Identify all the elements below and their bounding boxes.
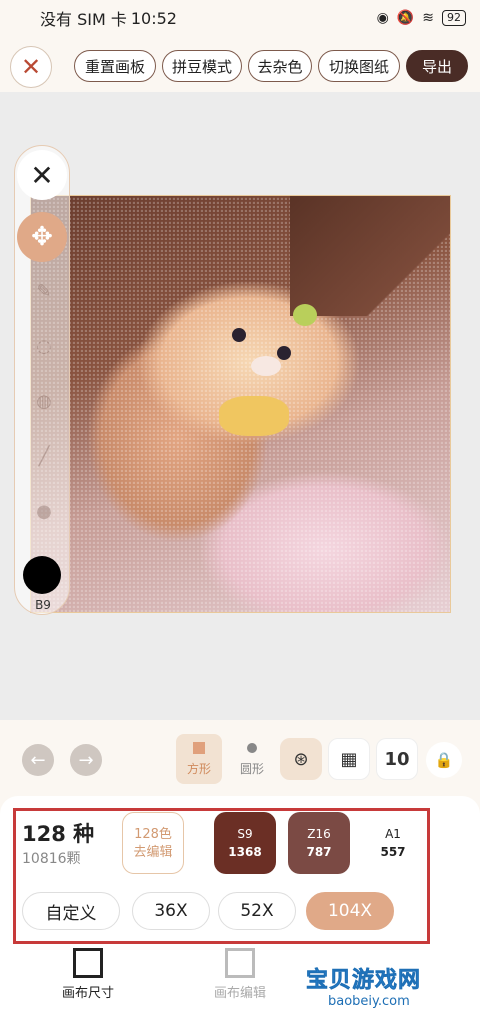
reset-board-button[interactable]: 重置画板 — [74, 50, 156, 82]
carrier-label: 没有 SIM 卡 — [40, 10, 127, 29]
color-code: S9 — [237, 827, 253, 841]
eye-icon: ◉ — [376, 10, 389, 26]
blur-tool-icon[interactable]: ● — [33, 501, 55, 523]
color-card-z16[interactable]: Z16 787 — [288, 812, 350, 874]
grid-toggle-button[interactable]: ▦ — [328, 738, 370, 780]
undo-button[interactable]: ← — [22, 744, 54, 776]
color-count: 128 种 — [22, 822, 95, 846]
grid-icon: ▦ — [340, 748, 358, 770]
watermark-logo: 宝贝游戏网 baobeiy.com — [306, 960, 466, 1020]
color-mix-icon: ⊛ — [293, 748, 309, 770]
switch-pattern-button[interactable]: 切换图纸 — [318, 50, 400, 82]
size-36x-button[interactable]: 36X — [132, 892, 210, 930]
shape-circle-option[interactable]: 圆形 — [232, 734, 272, 784]
image-muzzle — [251, 356, 281, 376]
pen-tool-icon[interactable]: ✎ — [33, 281, 55, 303]
color-code: Z16 — [307, 827, 331, 841]
close-button[interactable]: ✕ — [10, 46, 52, 88]
control-row: ← → 方形 圆形 ⊛ ▦ 10 🔒 — [0, 734, 480, 788]
crop-icon — [73, 948, 103, 978]
image-eye-right — [277, 346, 291, 360]
close-icon: ✕ — [20, 53, 42, 81]
shape-square-option[interactable]: 方形 — [176, 734, 222, 784]
color-card-s9[interactable]: S9 1368 — [214, 812, 276, 874]
square-shape-icon — [193, 742, 205, 754]
edit-canvas-icon — [225, 948, 255, 978]
image-shadow — [290, 196, 450, 316]
tool-close-button[interactable]: ✕ — [17, 150, 67, 200]
export-button[interactable]: 导出 — [406, 50, 468, 82]
picker-tool-icon[interactable]: ╱ — [33, 446, 55, 468]
watermark-title: 宝贝游戏网 — [306, 968, 422, 994]
shape-square-label: 方形 — [186, 762, 211, 776]
pixel-art-image[interactable] — [30, 195, 451, 613]
size-custom-button[interactable]: 自定义 — [22, 892, 120, 930]
redo-button[interactable]: → — [70, 744, 102, 776]
nav-canvas-edit[interactable]: 画布编辑 — [190, 948, 290, 1001]
size-104x-button[interactable]: 104X — [306, 892, 394, 930]
arrow-left-icon: ← — [30, 749, 46, 771]
nav-canvas-size-label: 画布尺寸 — [61, 986, 114, 1001]
edit-palette-button[interactable]: 128色 去编辑 — [122, 812, 184, 874]
lock-button[interactable]: 🔒 — [426, 742, 462, 778]
edit-palette-line2: 去编辑 — [133, 845, 173, 860]
status-bar: 没有 SIM 卡 10:52 ◉ 🔕 ≋ 92 — [0, 0, 480, 36]
tool-column: ✕ ✥ ✎ ◌ ◍ ╱ ● B9 — [14, 145, 70, 615]
shape-circle-label: 圆形 — [239, 762, 264, 776]
image-eye-left — [232, 328, 246, 342]
move-icon: ✥ — [31, 222, 53, 252]
circle-shape-icon — [247, 743, 257, 753]
arrow-right-icon: → — [78, 749, 94, 771]
top-toolbar: ✕ 重置画板 拼豆模式 去杂色 切换图纸 导出 — [0, 44, 480, 88]
color-mix-button[interactable]: ⊛ — [280, 738, 322, 780]
bead-mode-button[interactable]: 拼豆模式 — [162, 50, 242, 82]
close-icon: ✕ — [30, 158, 54, 192]
current-color-label: B9 — [35, 598, 51, 612]
color-count-value: 787 — [306, 845, 332, 859]
image-scarf — [219, 396, 289, 436]
current-color-swatch[interactable] — [23, 556, 61, 594]
image-leaf — [293, 304, 317, 326]
bottom-panel: 128 种 10816颗 128色 去编辑 S9 1368 Z16 787 A1… — [0, 796, 480, 1027]
edit-palette-line1: 128色 — [134, 827, 172, 842]
move-tool-button[interactable]: ✥ — [17, 212, 67, 262]
eraser-tool-icon[interactable]: ◌ — [33, 336, 55, 358]
nav-canvas-edit-label: 画布编辑 — [213, 986, 266, 1001]
color-card-a1[interactable]: A1 557 — [362, 812, 424, 874]
color-count-value: 557 — [380, 845, 406, 859]
app-root: 没有 SIM 卡 10:52 ◉ 🔕 ≋ 92 ✕ 重置画板 拼豆模式 去杂色 … — [0, 0, 480, 1027]
nav-canvas-size[interactable]: 画布尺寸 — [38, 948, 138, 1001]
mute-icon: 🔕 — [396, 10, 415, 26]
denoise-button[interactable]: 去杂色 — [248, 50, 312, 82]
wifi-icon: ≋ — [422, 10, 434, 26]
size-52x-button[interactable]: 52X — [218, 892, 296, 930]
grid-value-button[interactable]: 10 — [376, 738, 418, 780]
clock: 10:52 — [130, 8, 177, 28]
bead-count: 10816颗 — [22, 851, 81, 867]
watermark-site: baobeiy.com — [328, 994, 410, 1009]
battery-indicator: 92 — [442, 10, 466, 26]
lock-icon: 🔒 — [434, 751, 454, 769]
fill-tool-icon[interactable]: ◍ — [33, 391, 55, 413]
color-count-value: 1368 — [228, 845, 262, 859]
color-code: A1 — [385, 827, 401, 841]
